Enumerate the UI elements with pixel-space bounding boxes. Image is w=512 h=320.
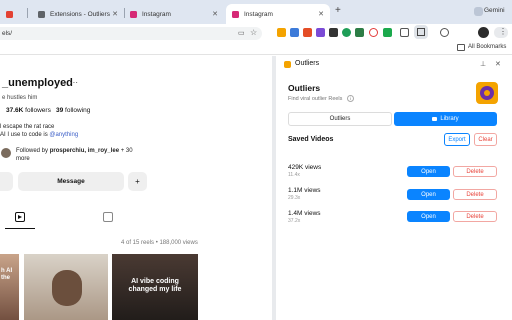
followers-stat[interactable]: 37.6K followers bbox=[6, 107, 51, 114]
reel-thumbnail[interactable]: AI vibe coding changed my life bbox=[112, 254, 198, 320]
tab-gmail[interactable] bbox=[0, 4, 22, 24]
tab-instagram-active[interactable]: Instagram ✕ bbox=[226, 4, 330, 24]
extensions-puzzle-icon[interactable] bbox=[400, 28, 409, 37]
menu-button[interactable]: ⋮ bbox=[494, 27, 508, 38]
extension-grammarly-icon[interactable] bbox=[355, 28, 364, 37]
bio-line-2: AI I use to code is @anything bbox=[0, 132, 79, 138]
reel-thumbnail[interactable] bbox=[24, 254, 108, 320]
extension-green-icon[interactable] bbox=[342, 28, 351, 37]
star-icon[interactable]: ☆ bbox=[250, 28, 257, 37]
extension-purple-icon[interactable] bbox=[316, 28, 325, 37]
instagram-icon bbox=[232, 10, 239, 18]
extension-honey-icon[interactable] bbox=[277, 28, 286, 37]
folder-icon bbox=[457, 44, 465, 51]
reel-thumbnail[interactable]: h AI the bbox=[0, 254, 19, 320]
gemini-icon bbox=[474, 7, 483, 16]
close-icon[interactable]: ✕ bbox=[495, 60, 501, 68]
instagram-page: _unemployed ··· e hustles him 37.6K foll… bbox=[0, 56, 272, 320]
video-multiplier: 11.4x bbox=[288, 172, 300, 178]
cast-icon[interactable]: ▭ bbox=[238, 29, 245, 37]
panel-header-title: Outliers bbox=[295, 60, 320, 67]
side-panel: Outliers ⊥ ✕ Outliers Find viral outlier… bbox=[276, 56, 512, 320]
clear-button[interactable]: Clear bbox=[474, 133, 497, 146]
gmail-icon bbox=[6, 10, 13, 18]
video-views: 1.1M views bbox=[288, 187, 321, 194]
panel-subtitle: Find viral outlier Reels bbox=[288, 96, 343, 102]
close-icon[interactable]: ✕ bbox=[318, 10, 324, 18]
tab-library[interactable]: Library bbox=[394, 112, 497, 126]
followed-by-more[interactable]: more bbox=[16, 156, 30, 162]
follower-avatar bbox=[0, 147, 12, 159]
reels-tab-icon[interactable] bbox=[15, 212, 25, 222]
more-options-icon[interactable]: ··· bbox=[70, 78, 78, 87]
video-multiplier: 29.3x bbox=[288, 195, 301, 201]
export-button[interactable]: Export bbox=[444, 133, 470, 146]
add-user-icon: + bbox=[135, 177, 140, 186]
avatar[interactable] bbox=[478, 27, 489, 38]
puzzle-icon bbox=[38, 10, 45, 18]
delete-button[interactable]: Delete bbox=[453, 211, 497, 222]
extension-blue-icon[interactable] bbox=[290, 28, 299, 37]
open-button[interactable]: Open bbox=[407, 166, 450, 177]
delete-button[interactable]: Delete bbox=[453, 189, 497, 200]
extension-block-icon[interactable] bbox=[369, 28, 378, 37]
outliers-app-icon bbox=[476, 82, 498, 104]
reel-face bbox=[52, 270, 82, 306]
close-icon[interactable]: ✕ bbox=[212, 10, 218, 18]
tab-instagram-1[interactable]: Instagram ✕ bbox=[124, 4, 224, 24]
following-stat[interactable]: 39 following bbox=[56, 107, 90, 114]
tagged-tab-icon[interactable] bbox=[103, 212, 113, 222]
new-tab-button[interactable]: + bbox=[335, 5, 341, 16]
bio-top: e hustles him bbox=[2, 95, 38, 101]
extension-gmail-icon[interactable] bbox=[303, 28, 312, 37]
tab-strip: Extensions - Outliers ✕ Instagram ✕ Inst… bbox=[0, 0, 512, 24]
followed-by[interactable]: Followed by prosperchiu, im_roy_lee + 30 bbox=[16, 148, 133, 154]
bio-line-1: l escape the rat race bbox=[0, 124, 55, 130]
side-panel-icon bbox=[417, 28, 425, 36]
panel-title: Outliers bbox=[288, 83, 321, 93]
open-button[interactable]: Open bbox=[407, 189, 450, 200]
tab-extensions-outliers[interactable]: Extensions - Outliers ✕ bbox=[32, 4, 124, 24]
side-panel-button[interactable] bbox=[414, 25, 428, 39]
open-button[interactable]: Open bbox=[407, 211, 450, 222]
profile-username: _unemployed bbox=[2, 77, 73, 89]
extension-dark-icon[interactable] bbox=[329, 28, 338, 37]
info-icon[interactable]: i bbox=[347, 95, 354, 102]
download-icon[interactable] bbox=[440, 28, 449, 37]
bio-link[interactable]: @anything bbox=[49, 132, 78, 138]
toolbar: els/ ▭ ☆ ⋮ bbox=[0, 24, 512, 42]
bookmark-bar: All Bookmarks bbox=[0, 42, 512, 55]
message-button[interactable]: Message bbox=[18, 172, 124, 191]
video-views: 429K views bbox=[288, 164, 322, 171]
saved-videos-title: Saved Videos bbox=[288, 136, 334, 143]
add-user-button[interactable]: + bbox=[128, 172, 147, 191]
tab-outliers[interactable]: Outliers bbox=[288, 112, 392, 126]
address-bar[interactable]: els/ ▭ ☆ bbox=[0, 27, 262, 40]
outliers-logo-icon bbox=[284, 61, 291, 68]
delete-button[interactable]: Delete bbox=[453, 166, 497, 177]
instagram-icon bbox=[130, 10, 137, 18]
extension-chat-icon[interactable] bbox=[383, 28, 392, 37]
pin-icon[interactable]: ⊥ bbox=[480, 60, 486, 68]
video-views: 1.4M views bbox=[288, 210, 321, 217]
video-multiplier: 37.2x bbox=[288, 218, 301, 224]
more-icon: ⋮ bbox=[499, 27, 507, 36]
close-icon[interactable]: ✕ bbox=[112, 10, 118, 18]
reels-count: 4 of 15 reels • 188,000 views bbox=[121, 240, 198, 246]
follow-button[interactable] bbox=[0, 172, 13, 191]
folder-icon bbox=[432, 117, 438, 121]
gemini-button[interactable]: Gemini bbox=[484, 7, 505, 14]
all-bookmarks-link[interactable]: All Bookmarks bbox=[468, 44, 506, 50]
reels-tab-indicator bbox=[5, 228, 35, 229]
